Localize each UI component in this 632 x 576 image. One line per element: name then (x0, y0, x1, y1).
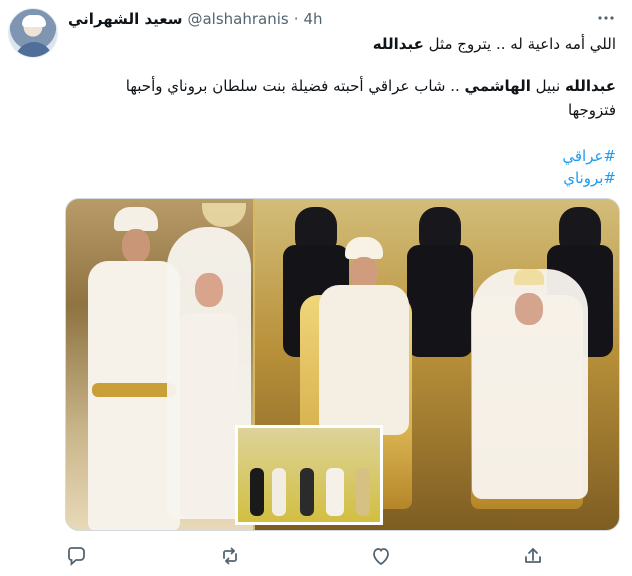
tweet-text-line-2: عبدالله نبيل الهاشمي .. شاب عراقي أحبته … (68, 76, 616, 96)
ceremony-inset-photo (235, 425, 383, 525)
tweet-name-bold-2: الهاشمي (464, 77, 531, 95)
separator-dot: · (293, 10, 299, 28)
tweet-text-line-3: فتزوجها (568, 101, 616, 119)
tweet-text-prefix: اللي أمه داعية له .. يتروج مثل (423, 35, 616, 53)
seated-bride-crown (514, 269, 544, 285)
tweet-actions (65, 544, 616, 568)
inset-figure (250, 468, 264, 516)
seated-bride-face (515, 293, 543, 325)
bride-dress (180, 313, 238, 519)
inset-figure (300, 468, 314, 516)
reply-icon (68, 547, 85, 567)
more-icon[interactable] (596, 8, 616, 28)
seated-groom-outfit (319, 285, 409, 435)
inset-figure (356, 468, 370, 516)
avatar[interactable] (8, 8, 58, 58)
wedding-photo-left (66, 199, 253, 530)
tweet-text-suffix: .. شاب عراقي أحبته فضيلة بنت سلطان برونا… (125, 77, 465, 95)
seated-groom-figure (305, 237, 423, 435)
groom-belt (92, 383, 176, 397)
retweet-button[interactable] (218, 544, 242, 568)
retweet-icon (223, 547, 237, 565)
tweet-media[interactable] (65, 198, 620, 531)
user-handle[interactable]: @alshahranis (187, 10, 288, 28)
hashtag-brunei[interactable]: #بروناي (563, 168, 616, 188)
seated-bride-figure (472, 269, 588, 499)
reply-button[interactable] (65, 544, 89, 568)
tweet-text-bold-name: عبدالله (372, 35, 424, 53)
groom-face (122, 229, 150, 263)
chandelier-shape (202, 203, 246, 227)
tweet-header: سعيد الشهراني @alshahranis · 4h (68, 8, 323, 30)
seated-groom-cap (345, 237, 383, 259)
groom-cap (114, 207, 158, 231)
share-button[interactable] (521, 544, 545, 568)
tweet-time[interactable]: 4h (303, 10, 322, 28)
display-name[interactable]: سعيد الشهراني (68, 10, 182, 28)
tweet-name-bold-1: عبدالله (564, 77, 616, 95)
inset-figure (326, 468, 344, 516)
avatar-shoulders (15, 42, 53, 57)
tweet-name-middle: نبيل (530, 77, 565, 95)
avatar-cap (22, 15, 46, 27)
hashtag-iraqi[interactable]: #عراقي (562, 146, 616, 166)
bride-face (195, 273, 223, 307)
like-button[interactable] (369, 544, 393, 568)
heart-icon (373, 548, 389, 566)
share-icon (525, 548, 541, 563)
tweet-text-line-1: اللي أمه داعية له .. يتروج مثل عبدالله (68, 34, 616, 54)
inset-figure (272, 468, 286, 516)
